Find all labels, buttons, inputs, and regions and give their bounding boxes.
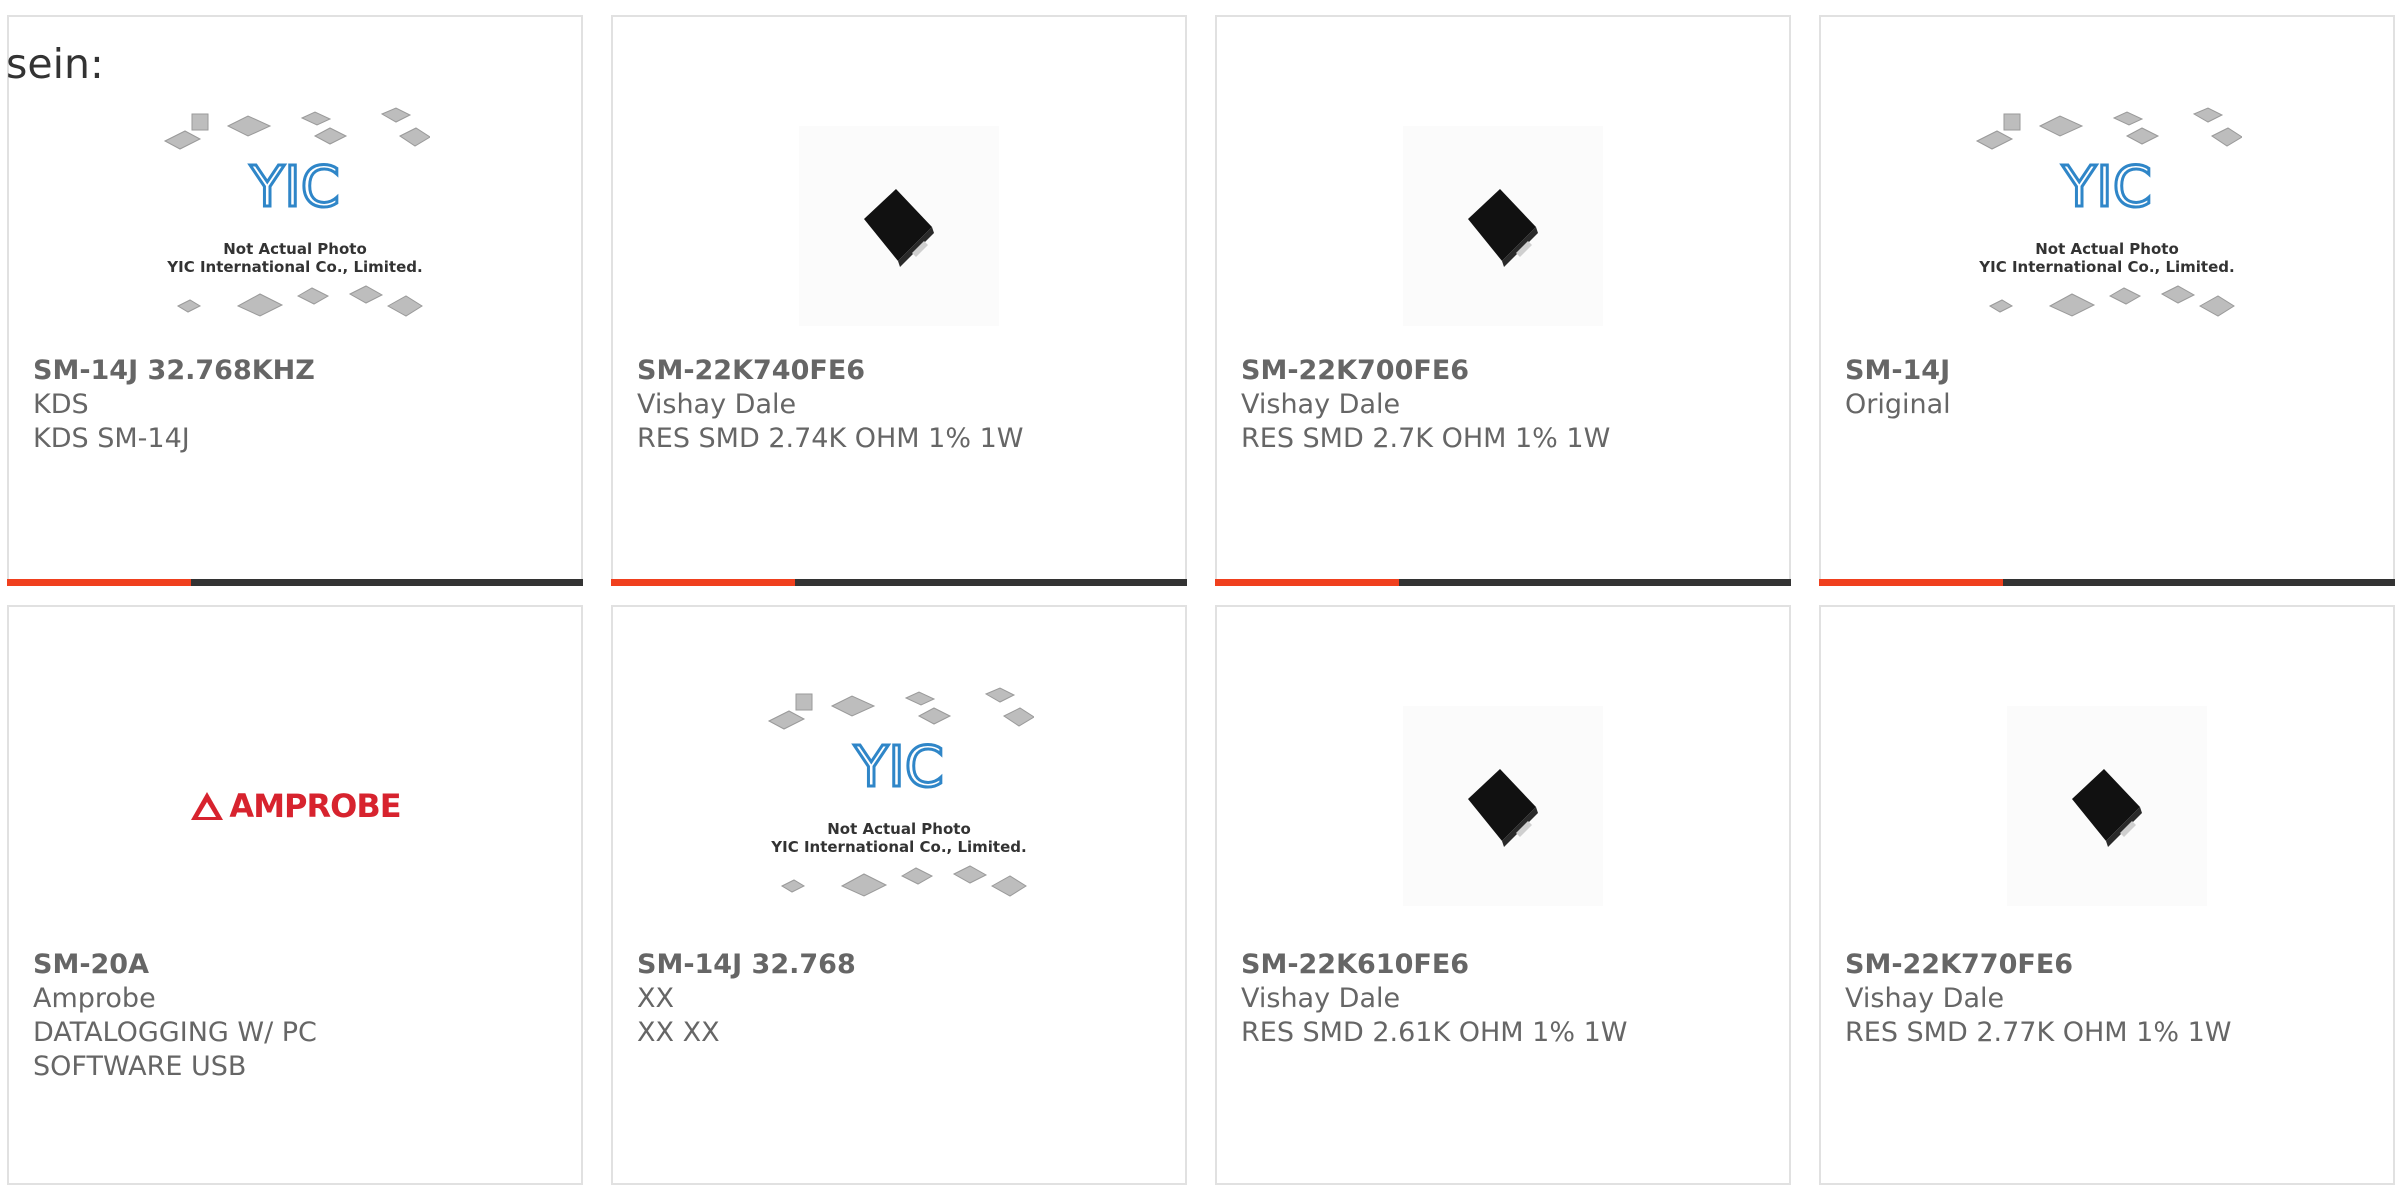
- product-card[interactable]: YIC Not Actual Photo YIC International Co.…: [611, 605, 1187, 1185]
- yic-placeholder-icon: YIC Not Actual PhotoYIC International Co.…: [1975, 107, 2242, 317]
- card-bottom-bar: [1819, 579, 2395, 586]
- product-card[interactable]: SM-22K770FE6 Vishay Dale RES SMD 2.77K O…: [1819, 605, 2395, 1185]
- manufacturer: Vishay Dale: [1845, 983, 2005, 1014]
- product-image: [1821, 671, 2393, 941]
- product-card[interactable]: SM-22K740FE6 Vishay Dale RES SMD 2.74K O…: [611, 15, 1187, 586]
- product-image: YIC Not Actual Photo YIC International Co.…: [9, 91, 581, 361]
- part-number[interactable]: SM-22K610FE6: [1241, 948, 1773, 982]
- product-image: YIC Not Actual Photo YIC International Co.…: [613, 671, 1185, 941]
- smd-resistor-photo: [2007, 706, 2207, 906]
- svg-text:YIC: YIC: [2061, 155, 2152, 220]
- smd-resistor-icon: [1468, 769, 1538, 847]
- smd-resistor-photo: [799, 126, 999, 326]
- description: KDS SM-14J: [33, 423, 190, 454]
- manufacturer: Vishay Dale: [1241, 389, 1401, 420]
- product-card[interactable]: YIC Not Actual Photo YIC International Co.…: [7, 15, 583, 586]
- card-bottom-bar: [7, 579, 583, 586]
- part-number[interactable]: SM-22K770FE6: [1845, 948, 2377, 982]
- manufacturer: Vishay Dale: [1241, 983, 1401, 1014]
- smd-resistor-icon: [2072, 769, 2142, 847]
- smd-resistor-icon: [864, 189, 934, 267]
- product-card[interactable]: YIC Not Actual Photo YIC International Co.…: [1819, 15, 2395, 586]
- svg-text:YIC: YIC: [853, 735, 944, 800]
- intro-text: sein:: [6, 40, 104, 88]
- manufacturer: KDS: [33, 389, 89, 420]
- svg-text:YIC International Co., Limited: YIC International Co., Limited.: [1978, 258, 2234, 276]
- svg-text:Not Actual Photo: Not Actual Photo: [223, 240, 367, 258]
- product-card[interactable]: AMPROBE SM-20A Amprobe DATALOGGING W/ PC…: [7, 605, 583, 1185]
- smd-resistor-icon: [1468, 189, 1538, 267]
- part-number[interactable]: SM-22K740FE6: [637, 354, 1169, 388]
- svg-text:YIC: YIC: [249, 155, 340, 220]
- product-image: [1217, 671, 1789, 941]
- part-number[interactable]: SM-22K700FE6: [1241, 354, 1773, 388]
- part-number[interactable]: SM-14J 32.768: [637, 948, 1169, 982]
- smd-resistor-photo: [1403, 126, 1603, 326]
- yic-placeholder-icon: YIC Not Actual PhotoYIC International Co.…: [767, 687, 1034, 897]
- description: XX XX: [637, 1017, 720, 1048]
- description: DATALOGGING W/ PC SOFTWARE USB: [33, 1017, 317, 1082]
- card-bottom-bar: [1215, 579, 1791, 586]
- product-image: YIC Not Actual Photo YIC International Co.…: [1821, 91, 2393, 361]
- card-bottom-bar: [611, 579, 1187, 586]
- manufacturer: Original: [1845, 389, 1951, 420]
- description: RES SMD 2.74K OHM 1% 1W: [637, 423, 1024, 454]
- smd-resistor-photo: [1403, 706, 1603, 906]
- svg-text:YIC International Co., Limited: YIC International Co., Limited.: [166, 258, 422, 276]
- svg-text:YIC International Co., Limited: YIC International Co., Limited.: [770, 838, 1026, 856]
- manufacturer: XX: [637, 983, 674, 1014]
- product-image: AMPROBE: [9, 671, 581, 941]
- part-number[interactable]: SM-14J: [1845, 354, 2377, 388]
- description: RES SMD 2.7K OHM 1% 1W: [1241, 423, 1611, 454]
- product-grid: YIC Not Actual Photo YIC International Co.…: [0, 0, 2400, 1185]
- description: RES SMD 2.77K OHM 1% 1W: [1845, 1017, 2232, 1048]
- product-image: [613, 91, 1185, 361]
- product-card[interactable]: SM-22K610FE6 Vishay Dale RES SMD 2.61K O…: [1215, 605, 1791, 1185]
- product-card[interactable]: SM-22K700FE6 Vishay Dale RES SMD 2.7K OH…: [1215, 15, 1791, 586]
- amprobe-triangle-icon: [191, 792, 224, 820]
- amprobe-logo: AMPROBE: [189, 787, 402, 825]
- part-number[interactable]: SM-14J 32.768KHZ: [33, 354, 565, 388]
- product-image: [1217, 91, 1789, 361]
- manufacturer: Amprobe: [33, 983, 156, 1014]
- manufacturer: Vishay Dale: [637, 389, 797, 420]
- yic-placeholder-icon: YIC Not Actual PhotoYIC International Co.…: [163, 107, 430, 317]
- svg-text:Not Actual Photo: Not Actual Photo: [827, 820, 971, 838]
- part-number[interactable]: SM-20A: [33, 948, 565, 982]
- svg-text:Not Actual Photo: Not Actual Photo: [2035, 240, 2179, 258]
- description: RES SMD 2.61K OHM 1% 1W: [1241, 1017, 1628, 1048]
